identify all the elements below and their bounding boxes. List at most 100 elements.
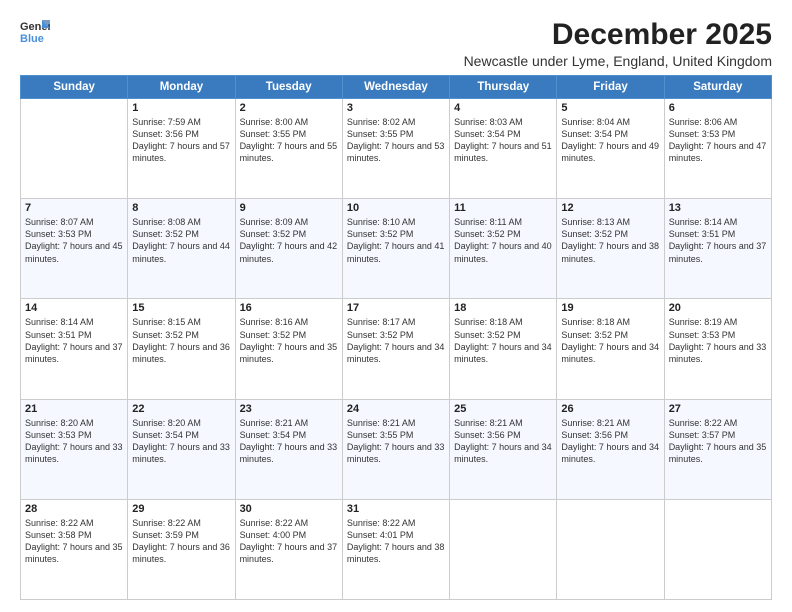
day-number: 19 [561, 302, 659, 314]
sunset-text: Sunset: 3:52 PM [240, 329, 338, 341]
sunset-text: Sunset: 4:00 PM [240, 529, 338, 541]
sunrise-text: Sunrise: 8:18 AM [561, 316, 659, 328]
sunrise-text: Sunrise: 8:17 AM [347, 316, 445, 328]
day-number: 10 [347, 202, 445, 214]
daylight-text: Daylight: 7 hours and 33 minutes. [669, 341, 767, 365]
sunrise-text: Sunrise: 8:21 AM [347, 417, 445, 429]
calendar-cell [21, 99, 128, 199]
calendar-cell: 23 Sunrise: 8:21 AM Sunset: 3:54 PM Dayl… [235, 399, 342, 499]
calendar-cell: 30 Sunrise: 8:22 AM Sunset: 4:00 PM Dayl… [235, 499, 342, 599]
day-number: 16 [240, 302, 338, 314]
day-number: 29 [132, 503, 230, 515]
page: General Blue December 2025 Newcastle und… [0, 0, 792, 612]
calendar-cell: 17 Sunrise: 8:17 AM Sunset: 3:52 PM Dayl… [342, 299, 449, 399]
cell-info: Sunrise: 8:18 AM Sunset: 3:52 PM Dayligh… [561, 316, 659, 365]
cell-info: Sunrise: 8:15 AM Sunset: 3:52 PM Dayligh… [132, 316, 230, 365]
day-number: 8 [132, 202, 230, 214]
sunset-text: Sunset: 3:54 PM [454, 128, 552, 140]
cell-info: Sunrise: 8:14 AM Sunset: 3:51 PM Dayligh… [669, 216, 767, 265]
calendar-cell: 22 Sunrise: 8:20 AM Sunset: 3:54 PM Dayl… [128, 399, 235, 499]
day-number: 26 [561, 403, 659, 415]
sunrise-text: Sunrise: 7:59 AM [132, 116, 230, 128]
cell-info: Sunrise: 8:19 AM Sunset: 3:53 PM Dayligh… [669, 316, 767, 365]
daylight-text: Daylight: 7 hours and 34 minutes. [561, 441, 659, 465]
day-number: 9 [240, 202, 338, 214]
col-saturday: Saturday [664, 76, 771, 99]
daylight-text: Daylight: 7 hours and 35 minutes. [669, 441, 767, 465]
sunset-text: Sunset: 3:57 PM [669, 429, 767, 441]
sunset-text: Sunset: 3:56 PM [454, 429, 552, 441]
day-number: 15 [132, 302, 230, 314]
day-number: 5 [561, 102, 659, 114]
daylight-text: Daylight: 7 hours and 53 minutes. [347, 140, 445, 164]
day-number: 17 [347, 302, 445, 314]
location-title: Newcastle under Lyme, England, United Ki… [464, 53, 772, 69]
cell-info: Sunrise: 8:08 AM Sunset: 3:52 PM Dayligh… [132, 216, 230, 265]
day-number: 11 [454, 202, 552, 214]
calendar-cell: 10 Sunrise: 8:10 AM Sunset: 3:52 PM Dayl… [342, 199, 449, 299]
daylight-text: Daylight: 7 hours and 41 minutes. [347, 240, 445, 264]
sunset-text: Sunset: 3:52 PM [240, 228, 338, 240]
day-number: 30 [240, 503, 338, 515]
daylight-text: Daylight: 7 hours and 44 minutes. [132, 240, 230, 264]
header: General Blue December 2025 Newcastle und… [20, 18, 772, 69]
calendar-table: Sunday Monday Tuesday Wednesday Thursday… [20, 75, 772, 600]
sunset-text: Sunset: 3:54 PM [561, 128, 659, 140]
sunrise-text: Sunrise: 8:22 AM [132, 517, 230, 529]
calendar-cell: 29 Sunrise: 8:22 AM Sunset: 3:59 PM Dayl… [128, 499, 235, 599]
calendar-week-row: 28 Sunrise: 8:22 AM Sunset: 3:58 PM Dayl… [21, 499, 772, 599]
sunset-text: Sunset: 3:55 PM [347, 128, 445, 140]
sunrise-text: Sunrise: 8:21 AM [454, 417, 552, 429]
calendar-header-row: Sunday Monday Tuesday Wednesday Thursday… [21, 76, 772, 99]
sunrise-text: Sunrise: 8:09 AM [240, 216, 338, 228]
daylight-text: Daylight: 7 hours and 40 minutes. [454, 240, 552, 264]
sunset-text: Sunset: 3:51 PM [669, 228, 767, 240]
cell-info: Sunrise: 8:22 AM Sunset: 4:01 PM Dayligh… [347, 517, 445, 566]
sunset-text: Sunset: 4:01 PM [347, 529, 445, 541]
calendar-cell: 7 Sunrise: 8:07 AM Sunset: 3:53 PM Dayli… [21, 199, 128, 299]
sunset-text: Sunset: 3:52 PM [561, 228, 659, 240]
sunset-text: Sunset: 3:55 PM [347, 429, 445, 441]
day-number: 23 [240, 403, 338, 415]
daylight-text: Daylight: 7 hours and 33 minutes. [25, 441, 123, 465]
title-block: December 2025 Newcastle under Lyme, Engl… [464, 18, 772, 69]
sunset-text: Sunset: 3:55 PM [240, 128, 338, 140]
calendar-cell: 31 Sunrise: 8:22 AM Sunset: 4:01 PM Dayl… [342, 499, 449, 599]
calendar-cell: 4 Sunrise: 8:03 AM Sunset: 3:54 PM Dayli… [450, 99, 557, 199]
sunrise-text: Sunrise: 8:13 AM [561, 216, 659, 228]
cell-info: Sunrise: 8:10 AM Sunset: 3:52 PM Dayligh… [347, 216, 445, 265]
sunrise-text: Sunrise: 8:21 AM [240, 417, 338, 429]
calendar-cell: 15 Sunrise: 8:15 AM Sunset: 3:52 PM Dayl… [128, 299, 235, 399]
calendar-week-row: 7 Sunrise: 8:07 AM Sunset: 3:53 PM Dayli… [21, 199, 772, 299]
calendar-cell: 2 Sunrise: 8:00 AM Sunset: 3:55 PM Dayli… [235, 99, 342, 199]
sunrise-text: Sunrise: 8:04 AM [561, 116, 659, 128]
cell-info: Sunrise: 8:21 AM Sunset: 3:55 PM Dayligh… [347, 417, 445, 466]
cell-info: Sunrise: 8:21 AM Sunset: 3:54 PM Dayligh… [240, 417, 338, 466]
cell-info: Sunrise: 8:20 AM Sunset: 3:54 PM Dayligh… [132, 417, 230, 466]
logo: General Blue [20, 18, 50, 44]
daylight-text: Daylight: 7 hours and 33 minutes. [347, 441, 445, 465]
day-number: 27 [669, 403, 767, 415]
sunset-text: Sunset: 3:53 PM [669, 329, 767, 341]
sunset-text: Sunset: 3:53 PM [669, 128, 767, 140]
cell-info: Sunrise: 8:17 AM Sunset: 3:52 PM Dayligh… [347, 316, 445, 365]
daylight-text: Daylight: 7 hours and 38 minutes. [347, 541, 445, 565]
sunset-text: Sunset: 3:58 PM [25, 529, 123, 541]
daylight-text: Daylight: 7 hours and 55 minutes. [240, 140, 338, 164]
logo-icon: General Blue [20, 18, 50, 44]
daylight-text: Daylight: 7 hours and 45 minutes. [25, 240, 123, 264]
day-number: 3 [347, 102, 445, 114]
daylight-text: Daylight: 7 hours and 42 minutes. [240, 240, 338, 264]
calendar-cell: 14 Sunrise: 8:14 AM Sunset: 3:51 PM Dayl… [21, 299, 128, 399]
calendar-cell: 19 Sunrise: 8:18 AM Sunset: 3:52 PM Dayl… [557, 299, 664, 399]
sunrise-text: Sunrise: 8:21 AM [561, 417, 659, 429]
cell-info: Sunrise: 8:07 AM Sunset: 3:53 PM Dayligh… [25, 216, 123, 265]
calendar-week-row: 14 Sunrise: 8:14 AM Sunset: 3:51 PM Dayl… [21, 299, 772, 399]
calendar-cell: 1 Sunrise: 7:59 AM Sunset: 3:56 PM Dayli… [128, 99, 235, 199]
sunset-text: Sunset: 3:56 PM [561, 429, 659, 441]
sunset-text: Sunset: 3:56 PM [132, 128, 230, 140]
sunrise-text: Sunrise: 8:22 AM [25, 517, 123, 529]
day-number: 25 [454, 403, 552, 415]
cell-info: Sunrise: 8:16 AM Sunset: 3:52 PM Dayligh… [240, 316, 338, 365]
sunrise-text: Sunrise: 8:02 AM [347, 116, 445, 128]
